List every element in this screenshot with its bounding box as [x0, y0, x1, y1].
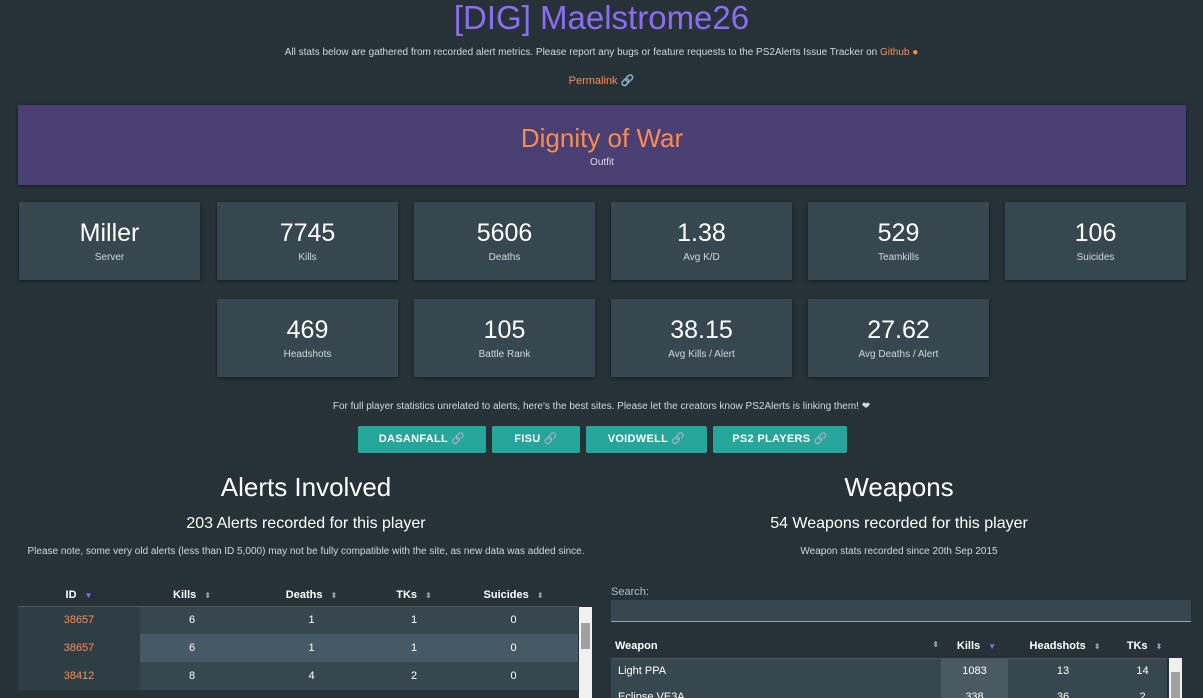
alerts-col-tks[interactable]: TKs ⬍	[379, 584, 449, 607]
alert-id-link[interactable]: 38657	[64, 614, 95, 626]
table-row: Light PPA 1083 13 14	[611, 658, 1167, 684]
alerts-scrollbar[interactable]	[579, 607, 592, 698]
cell: 2	[1118, 684, 1167, 698]
link-icon: 🔗	[813, 433, 828, 445]
sort-icon: ⬍	[1155, 641, 1163, 651]
weapons-count: 54 Weapons recorded for this player	[770, 515, 1028, 532]
cell: 14	[1118, 658, 1167, 684]
cell: 0	[449, 634, 578, 662]
cell: 1	[244, 606, 379, 634]
weapons-col-weapon[interactable]: Weapon ⬍	[611, 634, 941, 659]
weapons-note: Weapon stats recorded since 20th Sep 201…	[800, 546, 998, 557]
weapons-col-tks[interactable]: TKs ⬍	[1118, 634, 1167, 659]
stat-avg-kills: 38.15 Avg Kills / Alert	[611, 299, 792, 377]
search-input[interactable]	[611, 600, 1191, 622]
alerts-col-id[interactable]: ID ▼	[18, 584, 140, 607]
weapons-col-headshots[interactable]: Headshots ⬍	[1008, 634, 1118, 659]
table-row: 38657 6 1 1 0	[18, 606, 578, 634]
cell: 1083	[941, 658, 1008, 684]
table-row: 38412 8 4 2 0	[18, 662, 578, 690]
outfit-card: Dignity of War Outfit	[18, 105, 1186, 185]
alerts-heading: Alerts Involved	[220, 472, 392, 502]
cell: 0	[449, 606, 578, 634]
stat-battle-rank: 105 Battle Rank	[414, 299, 595, 377]
sort-icon: ⬍	[330, 590, 338, 600]
external-note: For full player statistics unrelated to …	[332, 401, 871, 412]
cell: 8	[140, 662, 244, 690]
cell: 36	[1008, 684, 1118, 698]
stat-kills: 7745 Kills	[217, 202, 398, 280]
link-icon: 🔗	[451, 433, 466, 445]
weapons-scrollbar[interactable]	[1169, 658, 1182, 698]
sort-desc-icon: ▼	[988, 641, 997, 651]
alerts-count: 203 Alerts recorded for this player	[186, 515, 426, 532]
search-label: Search:	[611, 586, 649, 598]
cell: 1	[244, 634, 379, 662]
player-title: [DIG] Maelstrome26	[453, 0, 750, 36]
dasanfall-button[interactable]: DASANFALL 🔗	[358, 426, 486, 453]
cell: 13	[1008, 658, 1118, 684]
cell: 1	[379, 606, 449, 634]
outfit-name: Dignity of War	[520, 123, 684, 153]
stat-deaths: 5606 Deaths	[414, 202, 595, 280]
github-link[interactable]: Github ●	[880, 47, 918, 58]
cell: 0	[449, 662, 578, 690]
heart-icon: ❤	[861, 401, 871, 412]
outfit-label: Outfit	[590, 157, 614, 168]
fisu-button[interactable]: FISU 🔗	[492, 426, 580, 453]
permalink-link[interactable]: Permalink 🔗	[0, 74, 1203, 87]
sort-icon: ⬍	[1093, 641, 1101, 651]
sort-icon: ⬍	[536, 590, 544, 600]
table-row: Eclipse VE3A 338 36 2	[611, 684, 1167, 698]
table-row: 38657 6 1 1 0	[18, 634, 578, 662]
weapons-heading: Weapons	[844, 472, 954, 502]
alerts-table: ID ▼ Kills ⬍ Deaths ⬍ TKs ⬍ Suicides ⬍ 38657 …	[18, 584, 578, 690]
stat-suicides: 106 Suicides	[1005, 202, 1186, 280]
cell: 6	[140, 634, 244, 662]
weapons-table: Weapon ⬍ Kills ▼ Headshots ⬍ TKs ⬍ Light PPA…	[611, 634, 1167, 698]
alerts-col-kills[interactable]: Kills ⬍	[140, 584, 244, 607]
voidwell-button[interactable]: VOIDWELL 🔗	[586, 426, 707, 453]
github-icon: ●	[912, 47, 919, 58]
stat-kd: 1.38 Avg K/D	[611, 202, 792, 280]
weapon-name: Eclipse VE3A	[611, 684, 941, 698]
link-icon: 🔗	[620, 75, 635, 87]
alerts-col-suicides[interactable]: Suicides ⬍	[449, 584, 578, 607]
sort-icon: ⬍	[204, 590, 211, 600]
sort-desc-icon: ▼	[84, 590, 93, 600]
stat-avg-deaths: 27.62 Avg Deaths / Alert	[808, 299, 989, 377]
subtitle-text: All stats below are gathered from record…	[284, 47, 878, 58]
sort-icon: ⬍	[425, 590, 432, 600]
page-subtitle: All stats below are gathered from record…	[0, 47, 1203, 58]
cell: 2	[379, 662, 449, 690]
stat-headshots: 469 Headshots	[217, 299, 398, 377]
cell: 4	[244, 662, 379, 690]
cell: 6	[140, 606, 244, 634]
cell: 338	[941, 684, 1008, 698]
alert-id-link[interactable]: 38657	[64, 642, 95, 654]
stat-teamkills: 529 Teamkills	[808, 202, 989, 280]
alerts-note: Please note, some very old alerts (less …	[27, 546, 585, 557]
ps2players-button[interactable]: PS2 PLAYERS 🔗	[713, 426, 847, 453]
cell: 1	[379, 634, 449, 662]
link-icon: 🔗	[671, 433, 686, 445]
weapons-col-kills[interactable]: Kills ▼	[941, 634, 1008, 659]
alerts-col-deaths[interactable]: Deaths ⬍	[244, 584, 379, 607]
alert-id-link[interactable]: 38412	[64, 670, 95, 682]
stat-server: Miller Server	[19, 202, 200, 280]
weapon-name: Light PPA	[611, 658, 941, 684]
link-icon: 🔗	[543, 433, 558, 445]
sort-icon: ⬍	[932, 639, 939, 649]
